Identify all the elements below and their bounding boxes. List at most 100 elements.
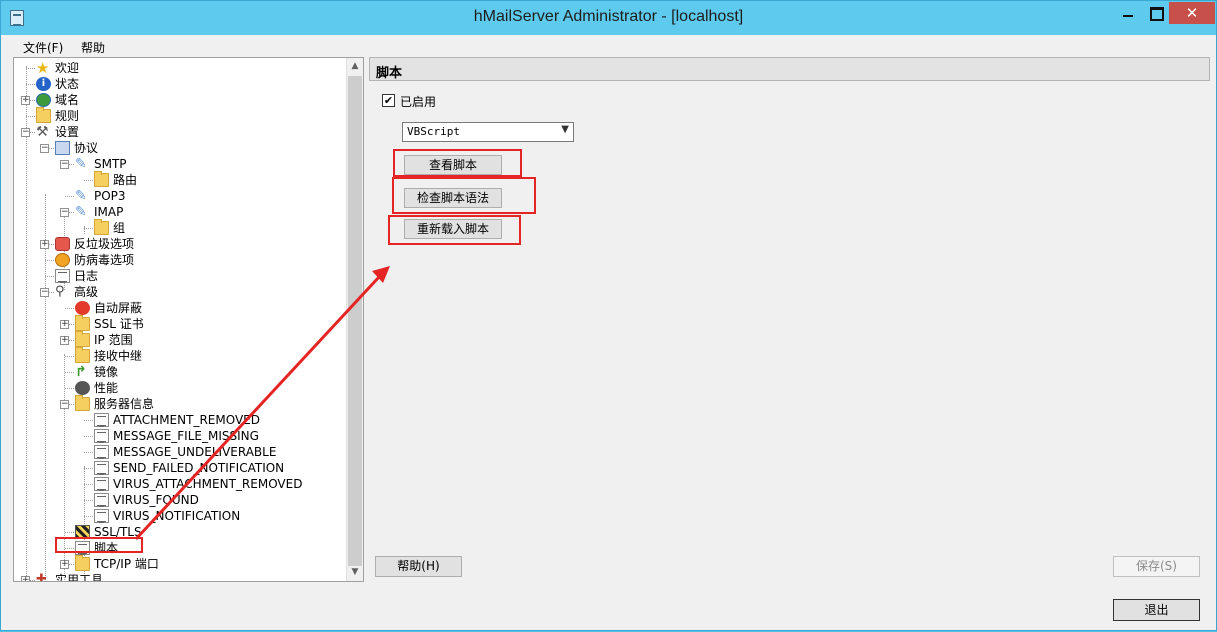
tree-node-28[interactable]: VIRUS_FOUND xyxy=(14,492,344,508)
tree-node-11[interactable]: 组 xyxy=(14,219,344,236)
tree-node-12[interactable]: + 反垃圾选项 xyxy=(14,236,344,252)
tree-guide-line xyxy=(45,260,54,261)
collapse-icon[interactable]: − xyxy=(60,160,69,169)
tree-node-6[interactable]: − 协议 xyxy=(14,140,344,156)
feather-icon: ✎ xyxy=(75,156,87,172)
tree-node-label: MESSAGE_UNDELIVERABLE xyxy=(113,445,277,459)
chevron-down-icon[interactable]: ▼ xyxy=(561,124,569,135)
script-settings-panel: 脚本 ✔ 已启用 VBScript ▼ 查看脚本 检查脚本语法 重新载入脚本 帮… xyxy=(369,57,1210,626)
menu-bar: 文件(F) 帮助 xyxy=(1,35,1216,57)
tree-node-31[interactable]: 脚本 xyxy=(14,540,344,556)
script-language-value: VBScript xyxy=(407,125,460,138)
scroll-up-icon[interactable]: ▲ xyxy=(347,58,363,75)
script-language-select[interactable]: VBScript ▼ xyxy=(402,122,574,142)
tree-node-1[interactable]: ★ 欢迎 xyxy=(14,60,344,76)
enabled-checkbox[interactable]: ✔ xyxy=(382,94,395,107)
document-icon xyxy=(94,493,109,507)
tree-node-20[interactable]: ↱ 镜像 xyxy=(14,364,344,380)
tree-node-25[interactable]: MESSAGE_UNDELIVERABLE xyxy=(14,444,344,460)
tree-node-23[interactable]: ATTACHMENT_REMOVED xyxy=(14,412,344,428)
tree-node-19[interactable]: 接收中继 xyxy=(14,347,344,364)
scroll-down-icon[interactable]: ▼ xyxy=(347,564,363,581)
tree-node-33[interactable]: + ✚ 实用工具 xyxy=(14,572,344,582)
collapse-icon[interactable]: − xyxy=(40,144,49,153)
minimize-button[interactable] xyxy=(1114,2,1142,24)
panel-title: 脚本 xyxy=(376,66,403,81)
title-bar[interactable]: hMailServer Administrator - [localhost] … xyxy=(1,1,1216,35)
tree-node-label: VIRUS_ATTACHMENT_REMOVED xyxy=(113,477,303,491)
collapse-icon[interactable]: − xyxy=(40,288,49,297)
expand-icon[interactable]: + xyxy=(60,320,69,329)
tree-node-15[interactable]: − ⚲ 高级 xyxy=(14,284,344,300)
tree-node-30[interactable]: SSL/TLS xyxy=(14,524,344,540)
tree-node-9[interactable]: ✎ POP3 xyxy=(14,188,344,204)
tree-node-label: 实用工具 xyxy=(55,573,104,582)
collapse-icon[interactable]: − xyxy=(60,208,69,217)
tree-scrollbar[interactable]: ▲ ▼ xyxy=(346,58,363,581)
mirror-icon: ↱ xyxy=(75,364,87,380)
tree-node-label: 高级 xyxy=(74,285,99,299)
tree-node-17[interactable]: + SSL 证书 xyxy=(14,315,344,332)
protocol-icon xyxy=(55,141,70,155)
tree-guide-line xyxy=(65,548,74,549)
tree-node-14[interactable]: 日志 xyxy=(14,268,344,284)
save-button[interactable]: 保存(S) xyxy=(1113,556,1200,577)
tree-node-18[interactable]: + IP 范围 xyxy=(14,331,344,348)
tree-node-27[interactable]: VIRUS_ATTACHMENT_REMOVED xyxy=(14,476,344,492)
menu-file[interactable]: 文件(F) xyxy=(23,39,63,56)
window-title: hMailServer Administrator - [localhost] xyxy=(473,8,744,25)
navigation-tree[interactable]: ★ 欢迎 i 状态 + 域名 规则 − ⚒ 设置 − 协议 − ✎ SMTP 路由 ✎ POP3− ✎ IMAP 组 + 反… xyxy=(13,57,364,582)
tree-node-3[interactable]: + 域名 xyxy=(14,92,344,108)
tree-guide-line xyxy=(84,468,93,469)
maximize-button[interactable] xyxy=(1142,2,1169,24)
tree-guide-line xyxy=(84,516,93,517)
tree-guide-line xyxy=(65,372,74,373)
tree-node-label: 日志 xyxy=(74,269,99,283)
tree-guide-line xyxy=(84,420,93,421)
enabled-label[interactable]: 已启用 xyxy=(400,93,436,110)
help-button[interactable]: 帮助(H) xyxy=(375,556,462,577)
tree-node-label: 自动屏蔽 xyxy=(94,301,143,315)
tree-node-label: 组 xyxy=(113,221,126,235)
app-window: hMailServer Administrator - [localhost] … xyxy=(0,0,1217,631)
tree-guide-line xyxy=(84,484,93,485)
expand-icon[interactable]: + xyxy=(60,560,69,569)
tree-node-label: 服务器信息 xyxy=(94,397,155,411)
scroll-thumb[interactable] xyxy=(348,76,362,566)
tree-node-label: 欢迎 xyxy=(55,61,80,75)
tree-node-4[interactable]: 规则 xyxy=(14,107,344,124)
panel-header: 脚本 xyxy=(369,57,1210,81)
folder-icon xyxy=(94,171,109,187)
expand-icon[interactable]: + xyxy=(60,336,69,345)
info-icon: i xyxy=(36,77,51,91)
tree-node-24[interactable]: MESSAGE_FILE_MISSING xyxy=(14,428,344,444)
folder-icon xyxy=(75,347,90,363)
tree-node-32[interactable]: + TCP/IP 端口 xyxy=(14,555,344,572)
tree-node-7[interactable]: − ✎ SMTP xyxy=(14,156,344,172)
exit-button[interactable]: 退出 xyxy=(1113,599,1200,621)
tree-node-22[interactable]: − 服务器信息 xyxy=(14,395,344,412)
tree-node-29[interactable]: VIRUS_NOTIFICATION xyxy=(14,508,344,524)
tree-node-label: SSL/TLS xyxy=(94,525,142,539)
tree-guide-line xyxy=(65,356,74,357)
tree-node-13[interactable]: 防病毒选项 xyxy=(14,252,344,268)
folder-icon xyxy=(94,219,109,235)
feather-icon: ✎ xyxy=(75,188,87,204)
expand-icon[interactable]: + xyxy=(40,240,49,249)
document-icon xyxy=(94,461,109,475)
tree-node-5[interactable]: − ⚒ 设置 xyxy=(14,124,344,140)
expand-icon[interactable]: + xyxy=(21,576,30,581)
tree-node-16[interactable]: 自动屏蔽 xyxy=(14,300,344,316)
tree-node-10[interactable]: − ✎ IMAP xyxy=(14,204,344,220)
tree-node-26[interactable]: SEND_FAILED_NOTIFICATION xyxy=(14,460,344,476)
close-button[interactable]: ✕ xyxy=(1169,2,1215,24)
collapse-icon[interactable]: − xyxy=(60,400,69,409)
collapse-icon[interactable]: − xyxy=(21,128,30,137)
tree-node-label: SMTP xyxy=(94,157,127,171)
tree-node-2[interactable]: i 状态 xyxy=(14,76,344,92)
expand-icon[interactable]: + xyxy=(21,96,30,105)
utilities-icon: ✚ xyxy=(36,572,47,582)
menu-help[interactable]: 帮助 xyxy=(81,39,105,56)
tree-node-8[interactable]: 路由 xyxy=(14,171,344,188)
tree-node-21[interactable]: 性能 xyxy=(14,380,344,396)
